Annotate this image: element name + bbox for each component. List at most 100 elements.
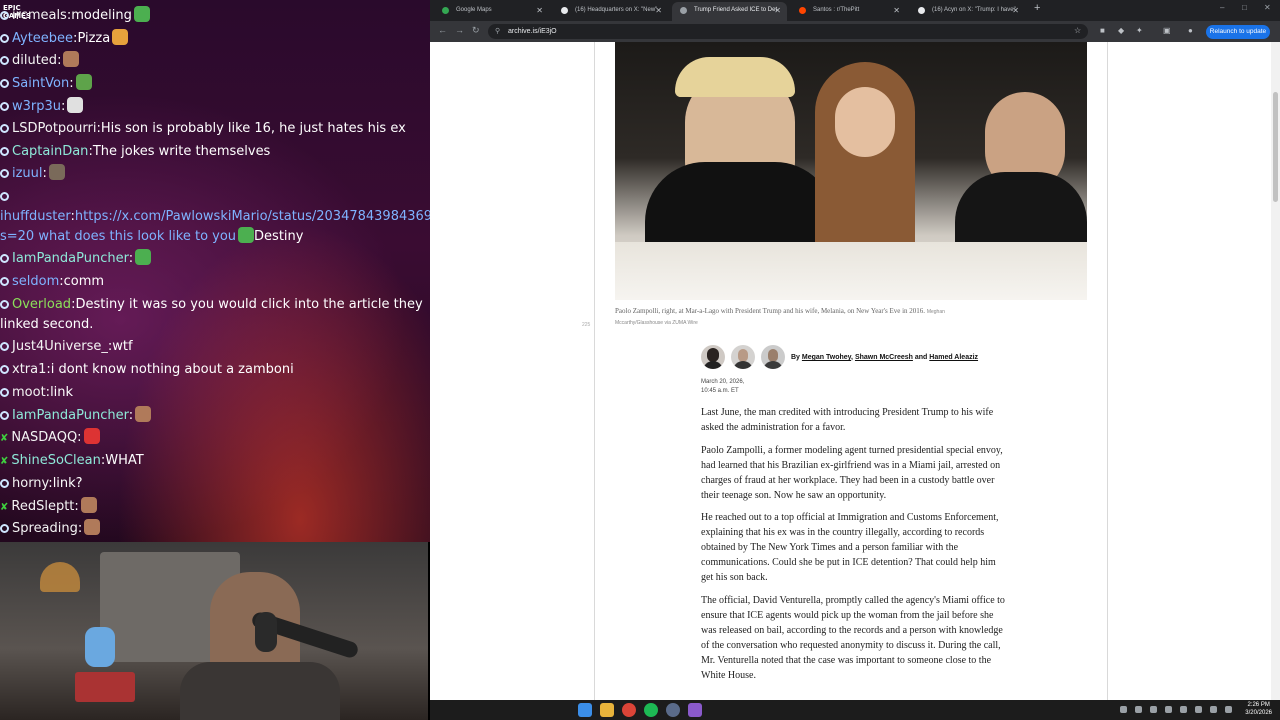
browser-toolbar: ← → ↻ ⚲ archive.is/iE3jO ☆ ■ ◆ ✦ ▣ ● Rel… [430,21,1280,42]
chat-username[interactable]: SaintVon [12,76,69,91]
profile-icon[interactable]: ● [1188,26,1197,35]
relaunch-to-update-button[interactable]: Relaunch to update [1206,25,1270,39]
chat-username[interactable]: RedSleptt [11,499,74,514]
start-icon[interactable] [578,703,592,717]
tab-title: Santos : r/ThePitt [813,7,860,13]
extension-icon[interactable]: ■ [1100,26,1109,35]
chat-username[interactable]: seldom [12,274,59,289]
frog-emote [75,74,92,90]
devil-emote [83,428,100,444]
address-bar[interactable]: ⚲ archive.is/iE3jO [488,24,1088,39]
byline-prefix: By [791,354,800,361]
chat-username[interactable]: IamPandaPuncher [12,408,129,423]
chat-username[interactable]: moot [12,385,46,400]
dateline: March 20, 2026, 10:45 a.m. ET [701,378,744,396]
tray-icon[interactable] [1150,706,1157,713]
clock[interactable]: 2:26 PM 3/20/2026 [1245,701,1272,717]
reload-icon[interactable]: ↻ [472,25,480,36]
chat-username[interactable]: ShineSoClean [11,453,100,468]
byline-separator: , [851,354,853,361]
app-icon[interactable] [688,703,702,717]
article-body: Last June, the man credited with introdu… [701,405,1005,690]
chat-message: ✘ NASDAQQ: [0,428,430,448]
author-link[interactable]: Hamed Aleaziz [929,354,978,361]
chat-username[interactable]: horny [12,476,48,491]
browser-tab[interactable]: Google Maps ✕ [434,2,549,21]
tab-close-icon[interactable]: ✕ [893,2,900,19]
spotify-icon[interactable] [644,703,658,717]
chat-separator: : [77,430,82,445]
chat-username[interactable]: Just4Universe_ [12,339,108,354]
sidepanel-icon[interactable]: ▣ [1163,26,1172,35]
chat-separator: : [128,408,134,423]
maximize-icon[interactable]: □ [1242,3,1247,12]
author-avatar [731,345,755,369]
wifi-icon[interactable] [1210,706,1217,713]
chat-username[interactable]: Ayteebee [12,31,73,46]
minimize-icon[interactable]: – [1220,3,1224,12]
chat-username[interactable]: ihuffduster [0,209,71,224]
chat-text: comm [63,274,105,289]
chat-username[interactable]: xtra1 [12,362,46,377]
tab-favicon-icon [561,7,568,14]
chat-message: Overload:Destiny it was so you would cli… [0,295,430,335]
extension-icon[interactable]: ◆ [1118,26,1127,35]
chat-separator: : [69,76,74,91]
tab-favicon-icon [442,7,449,14]
tray-icon[interactable] [1165,706,1172,713]
browser-tab[interactable]: Trump Friend Asked ICE to Det ✕ [672,2,787,21]
forward-icon[interactable]: → [455,25,464,35]
chat-username[interactable]: ircmeals [12,8,67,23]
tray-icon[interactable] [1195,706,1202,713]
chat-message: moot:link [0,383,430,403]
tab-close-icon[interactable]: ✕ [536,2,543,19]
volume-icon[interactable] [1225,706,1232,713]
tray-icon[interactable] [1135,706,1142,713]
author-link[interactable]: Shawn McCreesh [855,354,913,361]
chat-text: His son is probably like 16, he just hat… [100,121,406,136]
tray-icon[interactable] [1120,706,1127,713]
windows-taskbar: 2:26 PM 3/20/2026 [430,700,1280,720]
scrollbar-thumb[interactable] [1273,92,1278,202]
close-window-icon[interactable]: ✕ [1264,3,1271,12]
browser-tab[interactable]: (16) Acyn on X: "Trump: I have" ✕ [910,2,1025,21]
subscriber-badge-icon [0,56,9,65]
back-icon[interactable]: ← [438,25,447,35]
chat-username[interactable]: IamPandaPuncher [12,251,129,266]
person-body [180,662,340,720]
tab-close-icon[interactable]: ✕ [1012,2,1019,19]
extensions-puzzle-icon[interactable]: ✦ [1136,26,1145,35]
bookmark-star-icon[interactable]: ☆ [1074,26,1083,35]
chat-username[interactable]: Overload [12,297,71,312]
chat-username[interactable]: NASDAQQ [11,430,77,445]
chat-text: wtf [112,339,133,354]
tray-icon[interactable] [1180,706,1187,713]
chat-username[interactable]: w3rp3u [12,99,61,114]
chat-text-suffix: Destiny [254,229,304,244]
chat-username[interactable]: CaptainDan [12,144,88,159]
chat-username[interactable]: LSDPotpourri [12,121,96,136]
chrome-icon[interactable] [622,703,636,717]
browser-tab[interactable]: Santos : r/ThePitt ✕ [791,2,906,21]
chat-message: xtra1:i dont know nothing about a zambon… [0,360,430,380]
article-paragraph: Last June, the man credited with introdu… [701,407,994,433]
sword-badge-icon: ✘ [0,456,9,467]
steam-icon[interactable] [666,703,680,717]
site-info-icon[interactable]: ⚲ [495,24,500,39]
chat-username[interactable]: Spreading [12,521,78,536]
chat-username[interactable]: diluted [12,53,57,68]
face-emote [63,51,80,67]
chat-text: WHAT [105,453,144,468]
author-link[interactable]: Megan Twohey [802,354,851,361]
side-marker: 225 [582,322,591,328]
browser-tab[interactable]: (16) Headquarters on X: "New" ✕ [553,2,668,21]
tab-close-icon[interactable]: ✕ [774,2,781,19]
author-avatar [761,345,785,369]
file-explorer-icon[interactable] [600,703,614,717]
new-tab-button[interactable]: + [1034,2,1040,14]
chat-message: seldom:comm [0,272,430,292]
page-scrollbar[interactable] [1271,42,1280,700]
chat-username[interactable]: izuul [12,166,43,181]
tab-close-icon[interactable]: ✕ [655,2,662,19]
photo-hair-left [675,57,795,97]
